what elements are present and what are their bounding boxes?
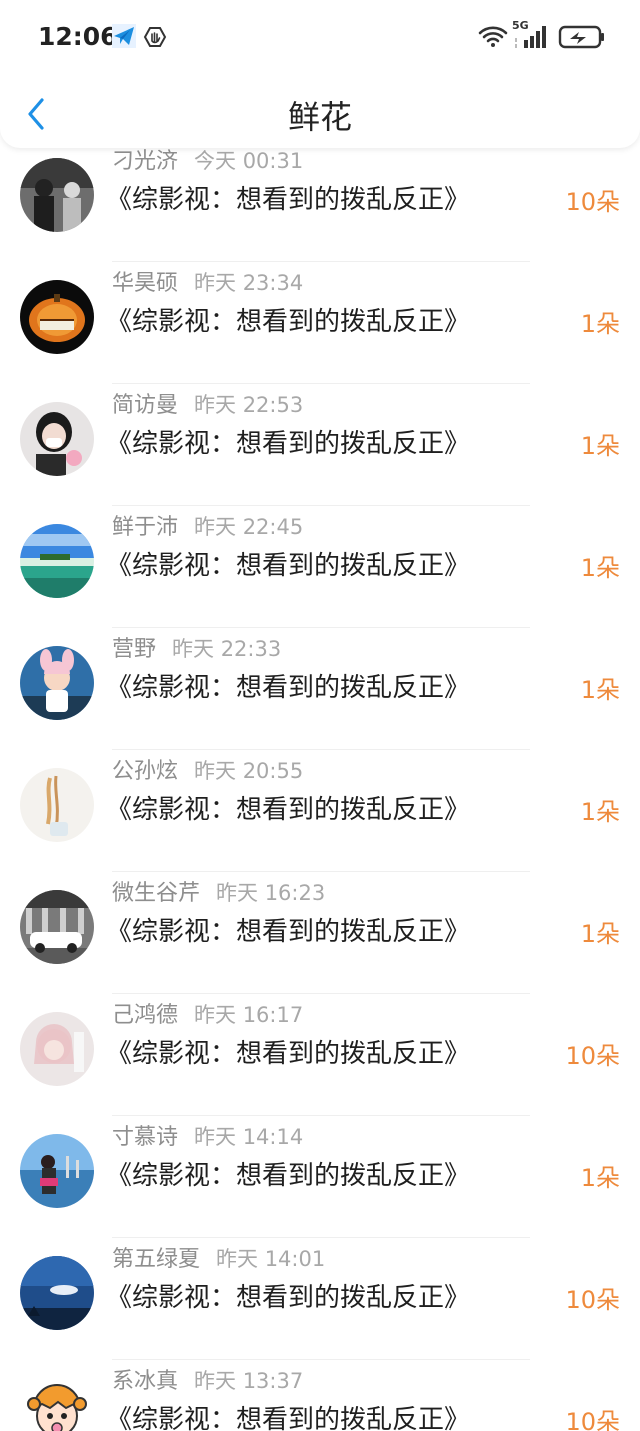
- book-title[interactable]: 《综影视：想看到的拨乱反正》: [106, 546, 470, 586]
- book-title[interactable]: 《综影视：想看到的拨乱反正》: [106, 1400, 470, 1431]
- flower-count: 10朵: [565, 1042, 620, 1070]
- user-name[interactable]: 鲜于沛: [112, 515, 178, 540]
- list-item[interactable]: 华昊硕 昨天 23:34 《综影视：想看到的拨乱反正》 1朵: [0, 262, 640, 384]
- flower-count: 10朵: [565, 1408, 620, 1431]
- user-name[interactable]: 微生谷芹: [112, 881, 200, 906]
- timestamp: 昨天 16:17: [194, 1003, 304, 1027]
- timestamp: 昨天 14:01: [216, 1247, 326, 1271]
- flower-count: 1朵: [580, 798, 620, 826]
- signal-icon: [515, 26, 546, 48]
- item-meta: 营野 昨天 22:33: [112, 632, 281, 666]
- item-meta: 公孙炫 昨天 20:55: [112, 754, 303, 788]
- user-name[interactable]: 营野: [112, 637, 156, 662]
- avatar[interactable]: [20, 646, 94, 720]
- item-meta: 第五绿夏 昨天 14:01: [112, 1242, 325, 1276]
- list-item[interactable]: 己鸿德 昨天 16:17 《综影视：想看到的拨乱反正》 10朵: [0, 994, 640, 1116]
- timestamp: 昨天 14:14: [194, 1125, 304, 1149]
- item-meta: 己鸿德 昨天 16:17: [112, 998, 303, 1032]
- avatar[interactable]: [20, 1134, 94, 1208]
- book-title[interactable]: 《综影视：想看到的拨乱反正》: [106, 180, 470, 220]
- flower-count: 1朵: [580, 554, 620, 582]
- avatar[interactable]: [20, 1256, 94, 1330]
- item-meta: 微生谷芹 昨天 16:23: [112, 876, 325, 910]
- timestamp: 昨天 13:37: [194, 1369, 304, 1393]
- avatar[interactable]: [20, 158, 94, 232]
- flower-count: 1朵: [580, 676, 620, 704]
- item-meta: 鲜于沛 昨天 22:45: [112, 510, 303, 544]
- page-title: 鲜花: [287, 98, 352, 136]
- book-title[interactable]: 《综影视：想看到的拨乱反正》: [106, 790, 470, 830]
- user-name[interactable]: 第五绿夏: [112, 1247, 200, 1272]
- timestamp: 昨天 20:55: [194, 759, 304, 783]
- flower-count: 1朵: [580, 432, 620, 460]
- wifi-icon: [478, 26, 508, 47]
- avatar[interactable]: [20, 1378, 94, 1431]
- user-name[interactable]: 己鸿德: [112, 1003, 178, 1028]
- item-meta: 刁光济 今天 00:31: [112, 144, 303, 178]
- book-title[interactable]: 《综影视：想看到的拨乱反正》: [106, 668, 470, 708]
- user-name[interactable]: 系冰真: [112, 1369, 178, 1394]
- timestamp: 昨天 23:34: [194, 271, 304, 295]
- avatar[interactable]: [20, 768, 94, 842]
- user-name[interactable]: 寸慕诗: [112, 1125, 178, 1150]
- list-item[interactable]: 简访曼 昨天 22:53 《综影视：想看到的拨乱反正》 1朵: [0, 384, 640, 506]
- book-title[interactable]: 《综影视：想看到的拨乱反正》: [106, 1278, 470, 1318]
- top-header: 12:06 5G 鲜花: [0, 0, 640, 148]
- list-item[interactable]: 微生谷芹 昨天 16:23 《综影视：想看到的拨乱反正》 1朵: [0, 872, 640, 994]
- item-meta: 寸慕诗 昨天 14:14: [112, 1120, 303, 1154]
- list-item[interactable]: 寸慕诗 昨天 14:14 《综影视：想看到的拨乱反正》 1朵: [0, 1116, 640, 1238]
- avatar[interactable]: [20, 280, 94, 354]
- book-title[interactable]: 《综影视：想看到的拨乱反正》: [106, 424, 470, 464]
- flower-count: 1朵: [580, 310, 620, 338]
- avatar[interactable]: [20, 524, 94, 598]
- timestamp: 昨天 22:53: [194, 393, 304, 417]
- book-title[interactable]: 《综影视：想看到的拨乱反正》: [106, 912, 470, 952]
- hand-shield-icon: [143, 27, 167, 47]
- list-item[interactable]: 系冰真 昨天 13:37 《综影视：想看到的拨乱反正》 10朵: [0, 1360, 640, 1431]
- user-name[interactable]: 刁光济: [112, 149, 178, 174]
- status-time: 12:06: [38, 22, 118, 51]
- timestamp: 昨天 16:23: [216, 881, 326, 905]
- user-name[interactable]: 华昊硕: [112, 271, 178, 296]
- battery-charging-icon: [558, 25, 604, 49]
- flower-count: 1朵: [580, 1164, 620, 1192]
- user-name[interactable]: 简访曼: [112, 393, 178, 418]
- item-meta: 系冰真 昨天 13:37: [112, 1364, 303, 1398]
- list-item[interactable]: 公孙炫 昨天 20:55 《综影视：想看到的拨乱反正》 1朵: [0, 750, 640, 872]
- avatar[interactable]: [20, 890, 94, 964]
- item-meta: 简访曼 昨天 22:53: [112, 388, 303, 422]
- flower-count: 10朵: [565, 188, 620, 216]
- list-item[interactable]: 刁光济 今天 00:31 《综影视：想看到的拨乱反正》 10朵: [0, 140, 640, 262]
- flower-count: 1朵: [580, 920, 620, 948]
- timestamp: 昨天 22:33: [172, 637, 282, 661]
- avatar[interactable]: [20, 1012, 94, 1086]
- list-item[interactable]: 鲜于沛 昨天 22:45 《综影视：想看到的拨乱反正》 1朵: [0, 506, 640, 628]
- list-item[interactable]: 营野 昨天 22:33 《综影视：想看到的拨乱反正》 1朵: [0, 628, 640, 750]
- book-title[interactable]: 《综影视：想看到的拨乱反正》: [106, 302, 470, 342]
- telegram-icon: [112, 24, 136, 48]
- avatar[interactable]: [20, 402, 94, 476]
- flower-list: 刁光济 今天 00:31 《综影视：想看到的拨乱反正》 10朵 华昊硕 昨天 23:…: [0, 0, 640, 1431]
- timestamp: 昨天 22:45: [194, 515, 304, 539]
- item-meta: 华昊硕 昨天 23:34: [112, 266, 303, 300]
- list-item[interactable]: 第五绿夏 昨天 14:01 《综影视：想看到的拨乱反正》 10朵: [0, 1238, 640, 1360]
- book-title[interactable]: 《综影视：想看到的拨乱反正》: [106, 1156, 470, 1196]
- user-name[interactable]: 公孙炫: [112, 759, 178, 784]
- timestamp: 今天 00:31: [194, 149, 304, 173]
- flower-count: 10朵: [565, 1286, 620, 1314]
- book-title[interactable]: 《综影视：想看到的拨乱反正》: [106, 1034, 470, 1074]
